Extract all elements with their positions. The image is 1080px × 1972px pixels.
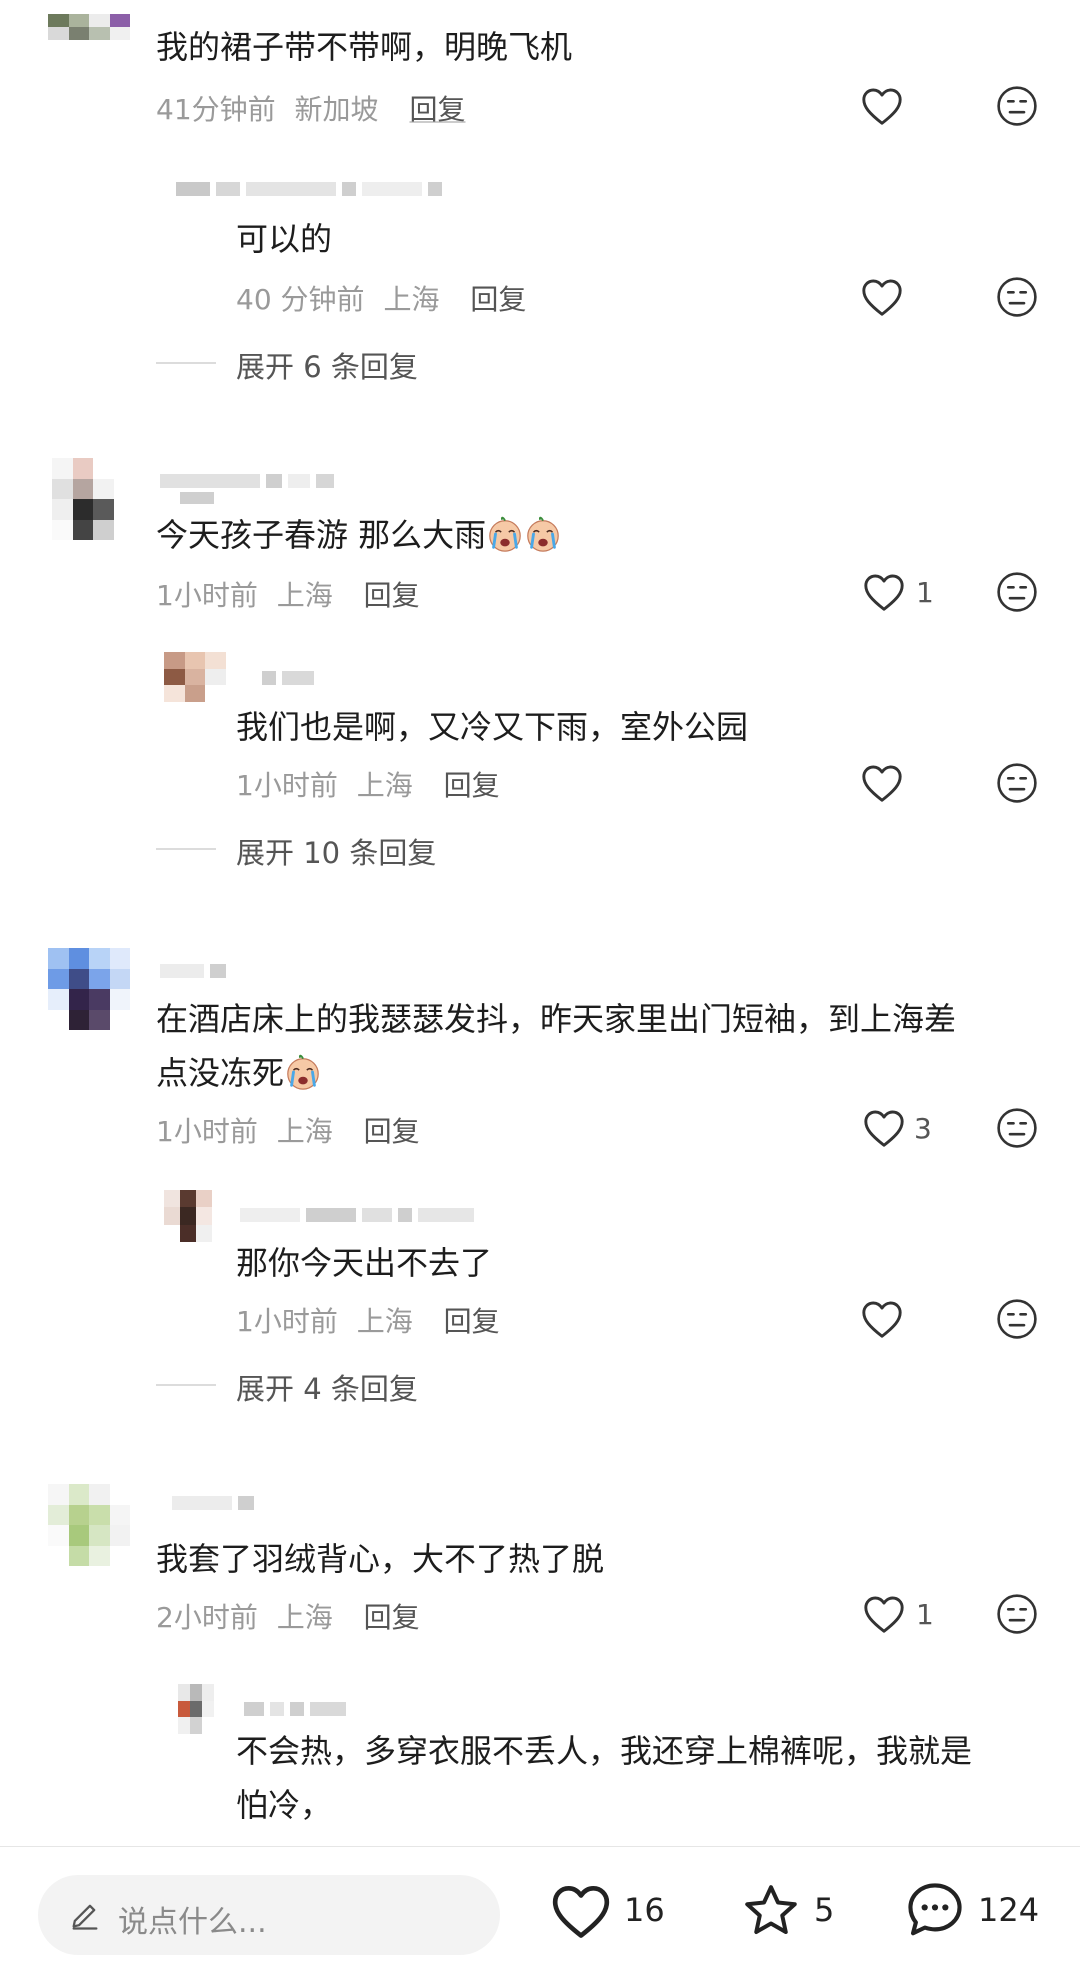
reply-text-line: 不会热，多穿衣服不丢人，我还穿上棉裤呢，我就是 — [236, 1732, 973, 1770]
neutral-face-icon[interactable] — [996, 762, 1038, 804]
comment-input-placeholder: 说点什么... — [118, 1905, 267, 1940]
reply-button[interactable]: 回复 — [364, 1601, 420, 1634]
reply-username — [176, 180, 442, 198]
expand-replies-button[interactable]: 展开 4 条回复 — [236, 1366, 418, 1408]
neutral-face-icon[interactable] — [996, 1107, 1038, 1149]
reply-location: 上海 — [356, 1305, 413, 1338]
reply-button[interactable]: 回复 — [444, 1305, 500, 1338]
avatar[interactable] — [164, 652, 226, 702]
reply-time: 1小时前 — [236, 1305, 338, 1338]
comment-location: 新加坡 — [294, 93, 379, 126]
neutral-face-icon[interactable] — [996, 1298, 1038, 1340]
comment-text-line-2: 点没冻死 — [156, 1046, 1036, 1100]
neutral-face-icon[interactable] — [996, 85, 1038, 127]
heart-outline-icon[interactable] — [862, 1594, 906, 1634]
heart-outline-icon[interactable] — [860, 1299, 904, 1339]
comment-text: 在酒店床上的我瑟瑟发抖，昨天家里出门短袖，到上海差 点没冻死 — [156, 992, 1036, 1100]
heart-outline-icon[interactable] — [860, 86, 904, 126]
divider — [156, 1384, 216, 1386]
reply-location: 上海 — [356, 769, 413, 802]
comment-username — [160, 962, 226, 980]
reply-button[interactable]: 回复 — [364, 1115, 420, 1148]
favorite-count: 5 — [814, 1891, 835, 1929]
reply-username — [244, 1700, 346, 1718]
crying-face-emoji — [486, 514, 524, 554]
comment-input[interactable]: 说点什么... — [38, 1875, 500, 1955]
reply-text: 不会热，多穿衣服不丢人，我还穿上棉裤呢，我就是 怕冷， — [236, 1724, 1036, 1832]
comment-time: 1小时前 — [156, 1115, 258, 1148]
heart-outline-icon[interactable] — [862, 572, 906, 612]
reply-text-line-2: 怕冷， — [236, 1786, 333, 1824]
reply-username — [262, 669, 314, 687]
star-outline-icon[interactable] — [740, 1881, 802, 1941]
reply-text: 那你今天出不去了 — [236, 1244, 493, 1282]
comment-text: 今天孩子春游 那么大雨 — [156, 508, 562, 562]
username-blur-fragment — [180, 492, 214, 504]
comment-text: 我的裙子带不带啊，明晚飞机 — [156, 28, 573, 66]
reply-text: 可以的 — [236, 220, 333, 258]
comment-location: 上海 — [276, 1601, 333, 1634]
comment-username — [160, 472, 334, 490]
comment-time: 2小时前 — [156, 1601, 258, 1634]
heart-outline-icon[interactable] — [860, 763, 904, 803]
heart-outline-icon[interactable] — [860, 277, 904, 317]
crying-face-emoji — [284, 1052, 322, 1092]
expand-replies-button[interactable]: 展开 10 条回复 — [236, 830, 436, 872]
comment-count: 124 — [978, 1891, 1040, 1929]
comment-text-content: 今天孩子春游 那么大雨 — [156, 516, 487, 554]
heart-outline-icon[interactable] — [550, 1882, 612, 1940]
chat-bubble-icon[interactable] — [902, 1879, 968, 1941]
reply-meta: 40 分钟前 上海 回复 — [236, 278, 526, 318]
comment-time: 41分钟前 — [156, 93, 276, 126]
reply-meta: 1小时前 上海 回复 — [236, 1300, 500, 1340]
comment-text: 我套了羽绒背心，大不了热了脱 — [156, 1540, 605, 1578]
comment-time: 1小时前 — [156, 579, 258, 612]
reply-button[interactable]: 回复 — [470, 283, 526, 316]
reply-time: 40 分钟前 — [236, 283, 365, 316]
reply-meta: 1小时前 上海 回复 — [236, 764, 500, 804]
comment-meta: 1小时前 上海 回复 — [156, 1110, 420, 1150]
divider — [156, 848, 216, 850]
neutral-face-icon[interactable] — [996, 571, 1038, 613]
comment-location: 上海 — [276, 579, 333, 612]
comment-meta: 41分钟前 新加坡 回复 — [156, 88, 465, 128]
reply-button[interactable]: 回复 — [444, 769, 500, 802]
crying-face-emoji — [524, 514, 562, 554]
heart-outline-icon[interactable] — [862, 1108, 906, 1148]
comment-meta: 2小时前 上海 回复 — [156, 1596, 420, 1636]
reply-location: 上海 — [383, 283, 440, 316]
comment-text-line: 在酒店床上的我瑟瑟发抖，昨天家里出门短袖，到上海差 — [156, 1000, 957, 1038]
bottom-action-bar: 说点什么... 16 5 124 — [0, 1846, 1080, 1972]
reply-time: 1小时前 — [236, 769, 338, 802]
comment-location: 上海 — [276, 1115, 333, 1148]
comment-username — [172, 1494, 254, 1512]
like-count: 1 — [916, 1598, 934, 1631]
reply-username — [240, 1206, 474, 1224]
avatar[interactable] — [164, 1190, 212, 1242]
expand-replies-button[interactable]: 展开 6 条回复 — [236, 344, 418, 386]
divider — [156, 362, 216, 364]
avatar[interactable] — [48, 1484, 130, 1566]
avatar[interactable] — [48, 14, 130, 66]
avatar[interactable] — [48, 948, 130, 1030]
neutral-face-icon[interactable] — [996, 1593, 1038, 1635]
like-count: 1 — [916, 576, 934, 609]
reply-text: 我们也是啊，又冷又下雨，室外公园 — [236, 708, 749, 746]
avatar[interactable] — [52, 458, 114, 540]
comment-meta: 1小时前 上海 回复 — [156, 574, 420, 614]
avatar[interactable] — [178, 1684, 214, 1734]
comment-text-content: 点没冻死 — [156, 1054, 285, 1092]
pencil-icon — [72, 1904, 98, 1930]
like-count: 16 — [624, 1891, 665, 1929]
neutral-face-icon[interactable] — [996, 276, 1038, 318]
like-count: 3 — [914, 1112, 932, 1145]
reply-button[interactable]: 回复 — [409, 93, 465, 126]
reply-button[interactable]: 回复 — [364, 579, 420, 612]
